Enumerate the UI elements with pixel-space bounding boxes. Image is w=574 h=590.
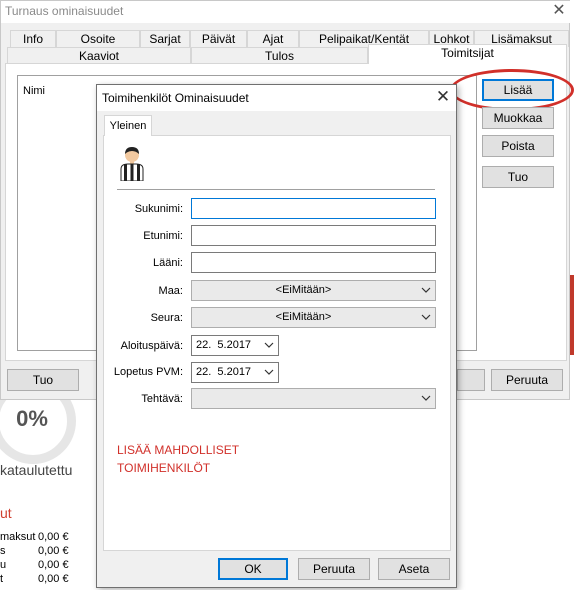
chevron-down-icon <box>421 287 431 293</box>
close-icon[interactable]: ✕ <box>547 1 571 23</box>
tab-officials[interactable]: Toimitsijat <box>368 44 567 64</box>
window-title: Turnaus ominaisuudet <box>5 4 124 18</box>
country-select[interactable]: <EiMitään> <box>191 280 436 301</box>
close-icon[interactable]: ✕ <box>431 86 455 110</box>
surname-label: Sukunimi: <box>134 203 183 215</box>
start-date-label: Aloituspäivä: <box>120 340 183 352</box>
county-input[interactable] <box>191 252 436 273</box>
unscheduled-label: kataulutettu <box>0 462 73 478</box>
fee-value: 0,00 € <box>38 545 69 557</box>
task-label: Tehtävä: <box>141 393 183 405</box>
fee-value: 0,00 € <box>38 573 69 585</box>
tab-info[interactable]: Info <box>10 30 56 47</box>
firstname-input[interactable] <box>191 225 436 246</box>
tab-schedules[interactable]: Kaaviot <box>7 47 191 64</box>
start-date-picker[interactable]: 22. 5.2017 <box>191 335 279 356</box>
hidden-button[interactable] <box>457 369 485 391</box>
country-value: <EiMitään> <box>275 284 332 296</box>
fee-value: 0,00 € <box>38 531 69 543</box>
task-select[interactable] <box>191 388 436 409</box>
progress-percent: 0% <box>16 406 48 431</box>
dialog-title: Toimihenkilöt Ominaisuudet <box>102 91 249 105</box>
referee-icon <box>119 147 145 182</box>
separator <box>117 189 435 191</box>
column-header-name[interactable]: Nimi <box>23 85 45 97</box>
fee-value: 0,00 € <box>38 559 69 571</box>
delete-button[interactable]: Poista <box>482 135 554 157</box>
instruction-line: LISÄÄ MAHDOLLISET <box>117 443 240 457</box>
tab-results[interactable]: Tulos <box>191 47 368 64</box>
apply-button[interactable]: Aseta <box>378 558 450 580</box>
chevron-down-icon <box>264 342 274 348</box>
fee-label: t <box>0 573 4 585</box>
instruction-note: LISÄÄ MAHDOLLISET TOIMIHENKILÖT <box>117 441 239 477</box>
tab-general[interactable]: Yleinen <box>104 115 152 136</box>
highlight-oval <box>450 69 574 111</box>
fee-label: maksut <box>0 531 36 543</box>
firstname-label: Etunimi: <box>143 230 183 242</box>
tab-address[interactable]: Osoite <box>56 30 140 47</box>
chevron-down-icon <box>264 369 274 375</box>
tab-days[interactable]: Päivät <box>190 30 247 47</box>
background-accent-strip <box>570 275 574 355</box>
dialog-titlebar: Toimihenkilöt Ominaisuudet ✕ <box>97 85 456 111</box>
cancel-button[interactable]: Peruuta <box>298 558 370 580</box>
county-label: Lääni: <box>153 257 183 269</box>
surname-input[interactable] <box>191 198 436 219</box>
end-date-label: Lopetus PVM: <box>113 366 183 378</box>
instruction-line: TOIMIHENKILÖT <box>117 461 211 475</box>
ok-button[interactable]: OK <box>218 558 288 580</box>
club-value: <EiMitään> <box>275 311 332 323</box>
window-titlebar: Turnaus ominaisuudet ✕ <box>1 1 571 23</box>
club-label: Seura: <box>150 312 183 324</box>
edit-button[interactable]: Muokkaa <box>482 107 554 129</box>
end-date-picker[interactable]: 22. 5.2017 <box>191 362 279 383</box>
import-button[interactable]: Tuo <box>482 166 554 188</box>
chevron-down-icon <box>421 314 431 320</box>
club-select[interactable]: <EiMitään> <box>191 307 436 328</box>
fee-label: u <box>0 559 7 571</box>
tab-times[interactable]: Ajat <box>247 30 299 47</box>
import-bottom-button[interactable]: Tuo <box>7 369 79 391</box>
cancel-button[interactable]: Peruuta <box>491 369 563 391</box>
chevron-down-icon <box>421 395 431 401</box>
fees-heading: ut <box>0 505 12 521</box>
tab-series[interactable]: Sarjat <box>140 30 190 47</box>
country-label: Maa: <box>158 285 183 297</box>
fee-label: s <box>0 545 6 557</box>
officials-properties-dialog: Toimihenkilöt Ominaisuudet ✕ Yleinen Suk… <box>96 84 457 588</box>
start-date-value: 22. 5.2017 <box>196 339 252 351</box>
end-date-value: 22. 5.2017 <box>196 366 252 378</box>
